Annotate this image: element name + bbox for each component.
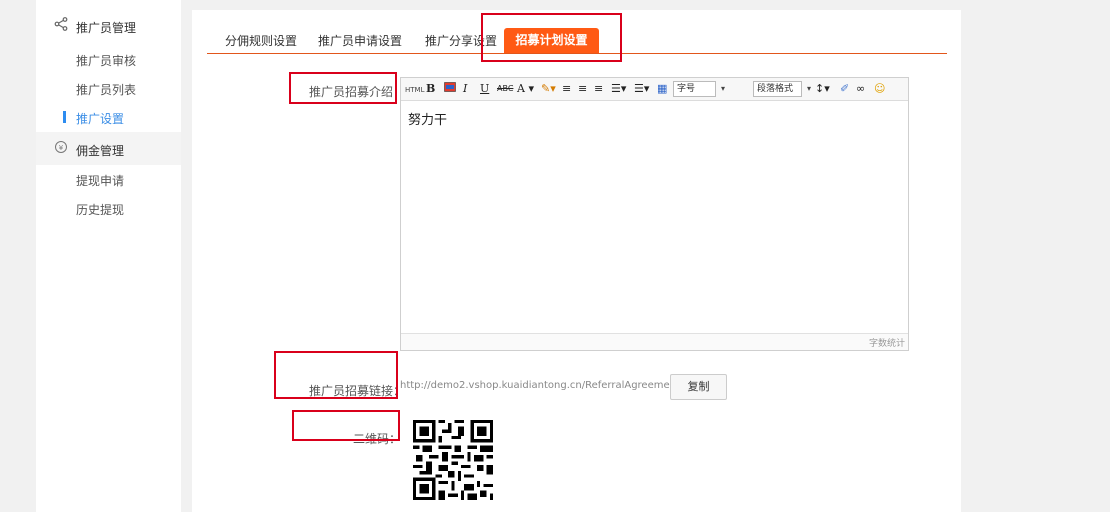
share-icon: [54, 17, 68, 35]
sidebar-item-withdraw-request[interactable]: 提现申请: [36, 165, 181, 193]
strikethrough-icon[interactable]: ABC: [497, 81, 513, 97]
paragraph-format-select-value: 段落格式: [757, 84, 794, 94]
eraser-icon[interactable]: ✐: [840, 81, 849, 97]
table-icon[interactable]: ▦: [657, 81, 667, 97]
svg-text:¥: ¥: [59, 144, 64, 152]
font-color-icon[interactable]: A ▾: [517, 81, 534, 97]
align-left-icon[interactable]: ≡: [562, 81, 571, 97]
chevron-down-icon: ▾: [720, 84, 725, 93]
sidebar-group-promoter[interactable]: 推广员管理: [36, 9, 181, 42]
underline-icon[interactable]: U: [480, 81, 489, 97]
sidebar-item-promotion-settings[interactable]: 推广设置: [36, 103, 181, 131]
highlight-box-link: [274, 351, 398, 399]
sidebar-item-promoter-review[interactable]: 推广员审核: [36, 45, 181, 73]
qr-code: [413, 420, 493, 500]
link-icon[interactable]: ∞: [856, 81, 865, 97]
tab-commission-rules[interactable]: 分佣规则设置: [225, 32, 297, 53]
active-indicator: [63, 111, 66, 123]
align-right-icon[interactable]: ≡: [594, 81, 603, 97]
main-panel: 分佣规则设置 推广员申请设置 推广分享设置 招募计划设置 推广员招募介绍： HT…: [192, 10, 961, 512]
bold-icon[interactable]: B: [426, 81, 435, 97]
font-size-select[interactable]: 字号 ▾: [673, 81, 725, 97]
sidebar-item-label: 推广设置: [76, 112, 125, 126]
html-source-button[interactable]: HTML: [405, 82, 424, 98]
editor-toolbar: HTML B I U ABC A ▾ ✎▾ ≡ ≡ ≡ ☰▾ ☰▾ ▦ 字号 ▾ …: [401, 78, 908, 101]
sidebar-group-commission[interactable]: ¥ 佣金管理: [36, 132, 181, 165]
word-count: 字数统计: [868, 339, 905, 349]
align-center-icon[interactable]: ≡: [578, 81, 587, 97]
font-size-select-value: 字号: [677, 84, 696, 94]
bullet-list-icon[interactable]: ☰▾: [611, 81, 626, 97]
editor-statusbar: 字数统计: [401, 333, 908, 350]
paragraph-format-select[interactable]: 段落格式 ▾: [753, 81, 811, 97]
sidebar-item-promoter-list[interactable]: 推广员列表: [36, 74, 181, 102]
recruitment-link[interactable]: http://demo2.vshop.kuaidiantong.cn/Refer…: [400, 380, 707, 391]
copy-button[interactable]: 复制: [670, 374, 727, 400]
line-height-icon[interactable]: ↕▾: [815, 81, 830, 97]
numbered-list-icon[interactable]: ☰▾: [634, 81, 649, 97]
sidebar-group-label: 佣金管理: [76, 144, 125, 158]
highlight-box-tab: [481, 13, 622, 62]
sidebar: 推广员管理 推广员审核 推广员列表 推广设置 ¥ 佣金管理 提现申请 历史提现: [36, 0, 181, 512]
editor-content[interactable]: 努力干: [408, 109, 447, 128]
image-icon[interactable]: [444, 81, 456, 97]
sidebar-item-label: 提现申请: [76, 174, 125, 188]
highlight-box-intro: [289, 72, 397, 104]
italic-icon[interactable]: I: [463, 81, 467, 97]
right-margin: [961, 0, 1110, 512]
tab-promoter-application[interactable]: 推广员申请设置: [318, 32, 402, 53]
sidebar-item-label: 推广员审核: [76, 54, 137, 68]
left-gutter: [0, 0, 36, 512]
rich-text-editor[interactable]: HTML B I U ABC A ▾ ✎▾ ≡ ≡ ≡ ☰▾ ☰▾ ▦ 字号 ▾ …: [400, 77, 909, 351]
sidebar-item-label: 推广员列表: [76, 83, 137, 97]
highlight-box-qr: [292, 410, 400, 441]
emoji-icon[interactable]: ☺: [874, 81, 885, 97]
sidebar-item-label: 历史提现: [76, 203, 125, 217]
sidebar-group-label: 推广员管理: [76, 21, 137, 35]
sidebar-item-withdraw-history[interactable]: 历史提现: [36, 194, 181, 222]
highlight-color-icon[interactable]: ✎▾: [541, 81, 556, 97]
chevron-down-icon: ▾: [806, 84, 811, 93]
yen-icon: ¥: [54, 140, 68, 158]
